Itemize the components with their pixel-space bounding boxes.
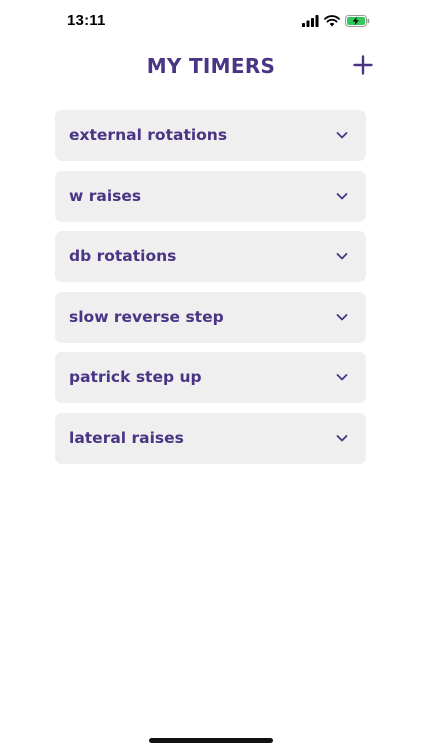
timer-name: lateral raises (69, 428, 184, 447)
timer-item[interactable]: patrick step up (55, 352, 366, 403)
header: MY TIMERS (0, 50, 422, 86)
timer-name: patrick step up (69, 368, 202, 386)
signal-icon (302, 15, 319, 27)
chevron-down-icon[interactable] (336, 433, 348, 443)
timer-item[interactable]: db rotations (55, 231, 366, 282)
chevron-down-icon[interactable] (336, 312, 348, 322)
chevron-down-icon[interactable] (336, 251, 348, 261)
home-indicator (149, 738, 273, 743)
timer-item[interactable]: slow reverse step (55, 291, 366, 343)
timer-name: slow reverse step (69, 307, 224, 326)
timer-item[interactable]: external rotations (55, 110, 366, 161)
timer-name: w raises (69, 186, 142, 205)
timer-list: external rotations w raises db rotations… (55, 110, 366, 473)
timer-name: external rotations (69, 126, 228, 144)
timer-item[interactable]: lateral raises (55, 412, 366, 464)
chevron-down-icon[interactable] (336, 191, 348, 201)
chevron-down-icon[interactable] (336, 372, 348, 382)
plus-icon (353, 55, 373, 79)
status-icons (302, 13, 370, 29)
wifi-icon (324, 15, 340, 27)
timer-item[interactable]: w raises (55, 170, 366, 222)
status-time: 13:11 (67, 12, 106, 29)
chevron-down-icon[interactable] (336, 130, 348, 140)
battery-charging-icon (345, 15, 370, 27)
timer-name: db rotations (69, 247, 177, 265)
status-bar: 13:11 (0, 0, 422, 44)
add-timer-button[interactable] (348, 52, 378, 82)
